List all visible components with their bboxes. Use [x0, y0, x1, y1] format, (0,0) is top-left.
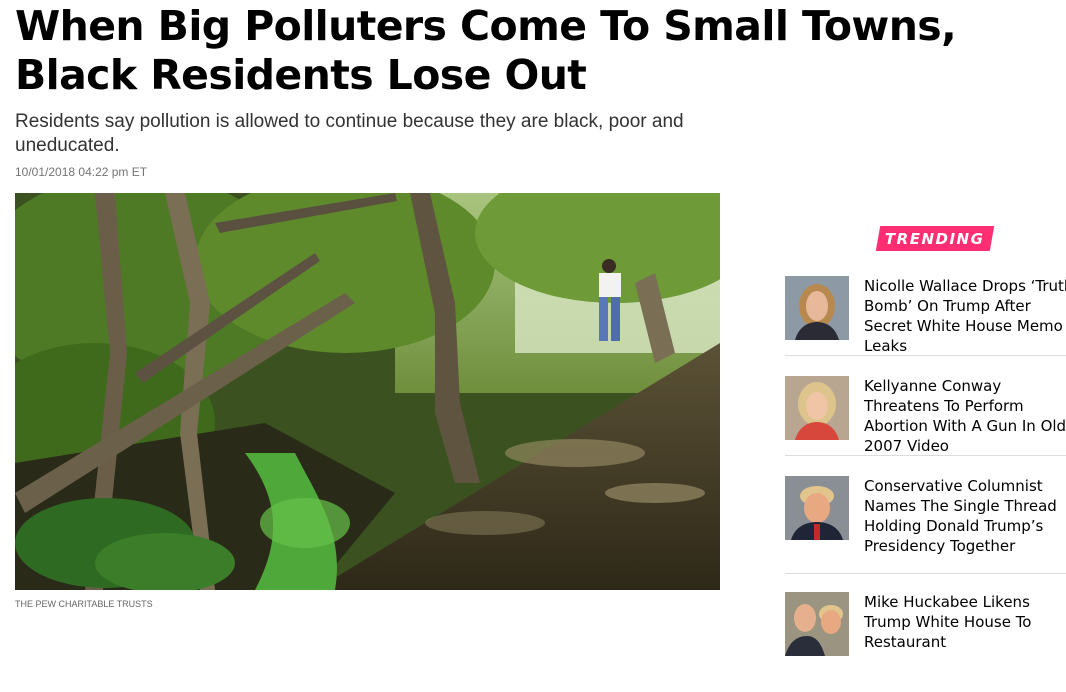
divider — [785, 573, 1066, 574]
trending-title[interactable]: Nicolle Wallace Drops ‘Truth Bomb’ On Tr… — [864, 276, 1066, 356]
photo-credit: THE PEW CHARITABLE TRUSTS — [15, 599, 153, 609]
article-timestamp: 10/01/2018 04:22 pm ET — [15, 165, 148, 179]
article-headline: When Big Polluters Come To Small Towns, … — [15, 2, 957, 99]
trending-badge: TRENDING — [875, 226, 995, 251]
trending-item[interactable]: Kellyanne Conway Threatens To Perform Ab… — [785, 376, 1066, 476]
trending-thumbnail[interactable] — [785, 376, 849, 440]
divider — [785, 355, 1066, 356]
trending-title[interactable]: Conservative Columnist Names The Single … — [864, 476, 1066, 556]
trending-thumbnail[interactable] — [785, 592, 849, 656]
trending-label: TRENDING — [885, 229, 985, 248]
two-men-portrait-image — [785, 592, 849, 656]
woman-portrait-image — [785, 276, 849, 340]
trending-title[interactable]: Kellyanne Conway Threatens To Perform Ab… — [864, 376, 1066, 456]
trending-item[interactable]: Conservative Columnist Names The Single … — [785, 476, 1066, 576]
trending-item[interactable]: Nicolle Wallace Drops ‘Truth Bomb’ On Tr… — [785, 276, 1066, 376]
forest-creek-photo — [15, 193, 720, 590]
trending-thumbnail[interactable] — [785, 276, 849, 340]
article-subheadline: Residents say pollution is allowed to co… — [15, 111, 684, 156]
man-portrait-image — [785, 476, 849, 540]
trending-title[interactable]: Mike Huckabee Likens Trump White House T… — [864, 592, 1066, 652]
hero-image — [15, 193, 720, 590]
woman-blonde-portrait-image — [785, 376, 849, 440]
trending-thumbnail[interactable] — [785, 476, 849, 540]
trending-item[interactable]: Mike Huckabee Likens Trump White House T… — [785, 592, 1066, 692]
divider — [785, 455, 1066, 456]
